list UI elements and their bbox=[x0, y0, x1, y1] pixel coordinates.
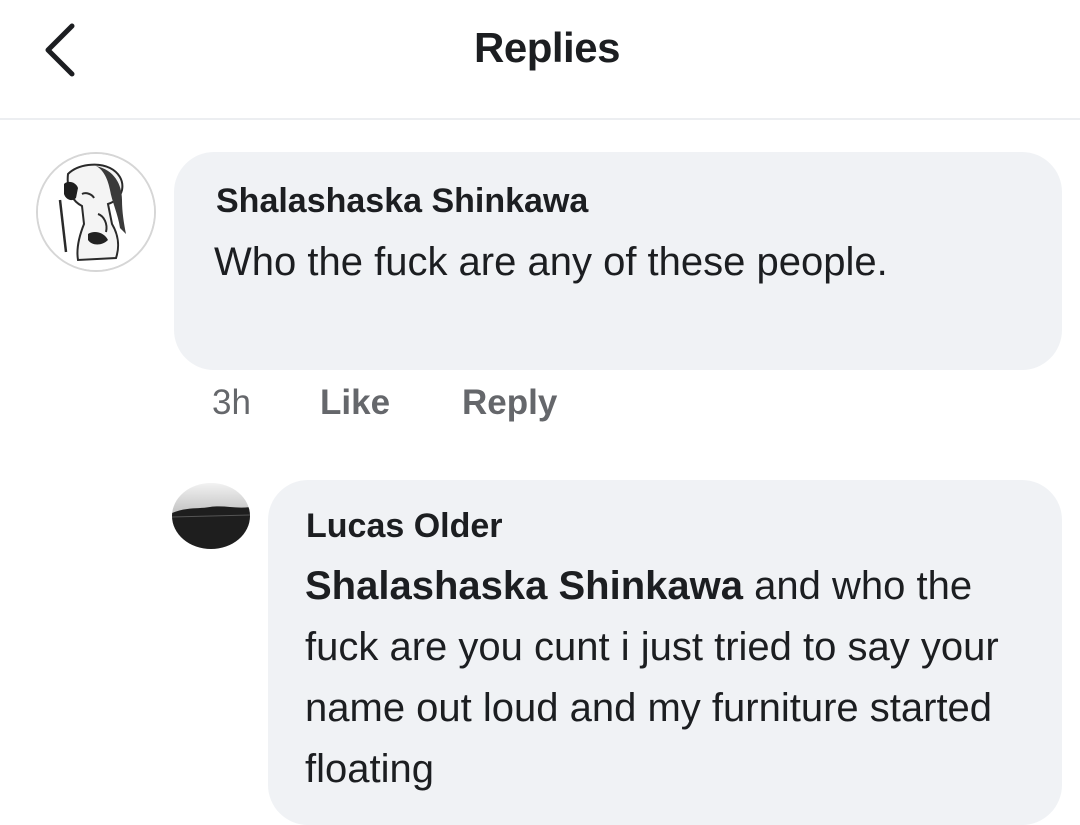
comment-timestamp: 3h bbox=[212, 383, 251, 422]
avatar[interactable] bbox=[36, 152, 156, 272]
landscape-avatar-image bbox=[172, 483, 250, 549]
page-title: Replies bbox=[474, 24, 620, 71]
sketch-portrait-avatar-image bbox=[38, 154, 154, 270]
avatar[interactable] bbox=[172, 483, 250, 549]
comment-bubble: Shalashaska Shinkawa Who the fuck are an… bbox=[174, 152, 1062, 370]
comment-text: Shalashaska Shinkawa and who the fuck ar… bbox=[305, 556, 1045, 800]
top-bar: Replies bbox=[0, 0, 1080, 120]
mention-link[interactable]: Shalashaska Shinkawa bbox=[305, 564, 743, 608]
like-button[interactable]: Like bbox=[320, 383, 390, 423]
reply-button[interactable]: Reply bbox=[462, 383, 557, 423]
comment-author[interactable]: Lucas Older bbox=[306, 507, 503, 546]
comment-text: Who the fuck are any of these people. bbox=[214, 240, 888, 284]
comment-bubble: Lucas Older Shalashaska Shinkawa and who… bbox=[268, 480, 1062, 825]
comment-author[interactable]: Shalashaska Shinkawa bbox=[216, 182, 588, 221]
